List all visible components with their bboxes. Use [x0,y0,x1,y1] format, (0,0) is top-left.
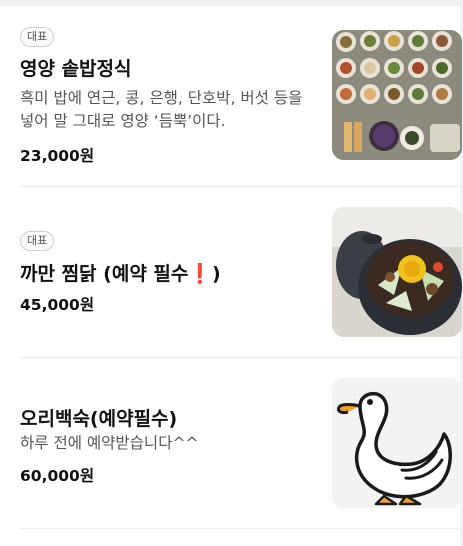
menu-item-price: 60,000원 [20,467,95,485]
item-divider [20,528,460,529]
duck-illustration [332,378,462,508]
korean-set-meal-photo [332,30,462,160]
menu-item[interactable]: 대표 까만 찜닭 (예약 필수❗) 45,000원 [0,187,462,357]
menu-item-price: 23,000원 [20,147,95,165]
menu-item-image[interactable] [332,378,462,508]
menu-item-name: 영양 솥밥정식 [20,58,132,80]
menu-item-name-suffix: ) [212,263,221,285]
menu-item-name: 까만 찜닭 (예약 필수❗) [20,259,221,286]
exclamation-icon: ❗ [188,263,213,285]
menu-item-image[interactable] [332,30,462,160]
menu-item-image[interactable] [332,207,462,337]
menu-item-name: 오리백숙(예약필수) [20,408,178,430]
menu-item[interactable]: 대표 영양 솥밥정식 흑미 밥에 연근, 콩, 은행, 단호박, 버섯 등을 넣… [0,6,462,186]
representative-badge: 대표 [20,27,55,47]
menu-item-name-text: 까만 찜닭 (예약 필수 [20,263,189,285]
representative-badge: 대표 [20,231,55,251]
menu-item-price: 45,000원 [20,296,95,314]
menu-item-description: 흑미 밥에 연근, 콩, 은행, 단호박, 버섯 등을 넣어 말 그대로 영양 … [20,89,303,130]
braised-chicken-pot-photo [332,207,462,337]
menu-item-description: 하루 전에 예약받습니다^^ [20,434,199,452]
menu-item[interactable]: 오리백숙(예약필수) 하루 전에 예약받습니다^^ 60,000원 [0,358,462,528]
